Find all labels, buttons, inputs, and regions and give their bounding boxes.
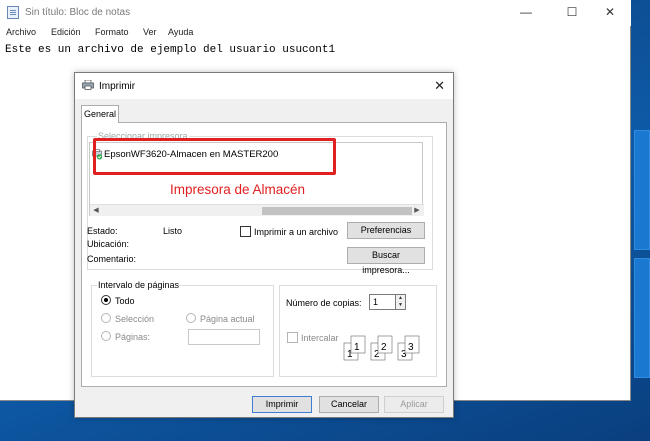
tab-general[interactable]: General — [81, 105, 119, 123]
print-dialog: Imprimir ✕ General Seleccionar impresora… — [74, 72, 454, 418]
location-label: Ubicación: — [87, 239, 130, 249]
cancel-button[interactable]: Cancelar — [319, 396, 379, 413]
dialog-titlebar: Imprimir ✕ — [75, 73, 453, 99]
scroll-thumb[interactable] — [262, 207, 412, 215]
pages-input[interactable] — [188, 329, 260, 345]
collate-checkbox[interactable] — [287, 332, 298, 343]
print-to-file-label[interactable]: Imprimir a un archivo — [254, 227, 338, 237]
menu-formato[interactable]: Formato — [95, 27, 129, 37]
desktop-tile — [634, 130, 650, 250]
find-printer-button[interactable]: Buscar impresora... — [347, 247, 425, 275]
scroll-left-icon[interactable]: ◀ — [90, 205, 102, 217]
copies-label: Número de copias: — [286, 298, 362, 308]
copies-input[interactable]: 1 — [369, 294, 396, 310]
printer-icon — [82, 80, 94, 90]
menu-ayuda[interactable]: Ayuda — [168, 27, 193, 37]
notepad-icon — [7, 6, 19, 19]
preferences-button[interactable]: Preferencias — [347, 222, 425, 239]
notepad-text-area[interactable]: Este es un archivo de ejemplo del usuari… — [5, 44, 335, 56]
radio-all-label[interactable]: Todo — [115, 296, 135, 306]
printer-annotation: Impresora de Almacén — [170, 182, 306, 197]
comment-label: Comentario: — [87, 254, 137, 264]
close-button[interactable]: ✕ — [589, 0, 631, 26]
copies-stepper[interactable]: ▲ ▼ — [396, 294, 406, 310]
menu-bar: Archivo Edición Formato Ver Ayuda — [0, 26, 631, 40]
status-label: Estado: — [87, 226, 118, 236]
highlight-box — [93, 138, 336, 175]
maximize-button[interactable]: ☐ — [551, 0, 593, 26]
collate-label[interactable]: Intercalar — [301, 333, 339, 343]
radio-selection[interactable] — [101, 313, 111, 323]
status-value: Listo — [163, 226, 183, 236]
radio-pages[interactable] — [101, 331, 111, 341]
menu-archivo[interactable]: Archivo — [6, 27, 36, 37]
radio-selection-label[interactable]: Selección — [115, 314, 154, 324]
dialog-title: Imprimir — [99, 81, 136, 92]
minimize-button[interactable]: — — [505, 0, 547, 26]
menu-ver[interactable]: Ver — [143, 27, 157, 37]
radio-pages-label[interactable]: Páginas: — [115, 332, 150, 342]
apply-button[interactable]: Aplicar — [384, 396, 444, 413]
collate-icon: 1 1 2 2 3 3 — [343, 335, 420, 361]
radio-all[interactable] — [101, 295, 111, 305]
menu-edicion[interactable]: Edición — [51, 27, 81, 37]
scroll-right-icon[interactable]: ▶ — [411, 205, 423, 217]
page-range-label: Intervalo de páginas — [97, 280, 181, 290]
svg-text:1: 1 — [354, 342, 360, 353]
radio-current-page[interactable] — [186, 313, 196, 323]
desktop-tile — [634, 258, 650, 378]
radio-current-page-label[interactable]: Página actual — [200, 314, 255, 324]
dialog-close-button[interactable]: ✕ — [434, 78, 445, 94]
svg-text:3: 3 — [408, 342, 414, 353]
notepad-title: Sin título: Bloc de notas — [25, 7, 131, 18]
print-button[interactable]: Imprimir — [252, 396, 312, 413]
svg-text:2: 2 — [381, 342, 387, 353]
notepad-titlebar: Sin título: Bloc de notas — ☐ ✕ — [0, 0, 631, 26]
print-to-file-checkbox[interactable] — [240, 226, 251, 237]
horizontal-scrollbar[interactable]: ◀ ▶ — [90, 204, 424, 216]
